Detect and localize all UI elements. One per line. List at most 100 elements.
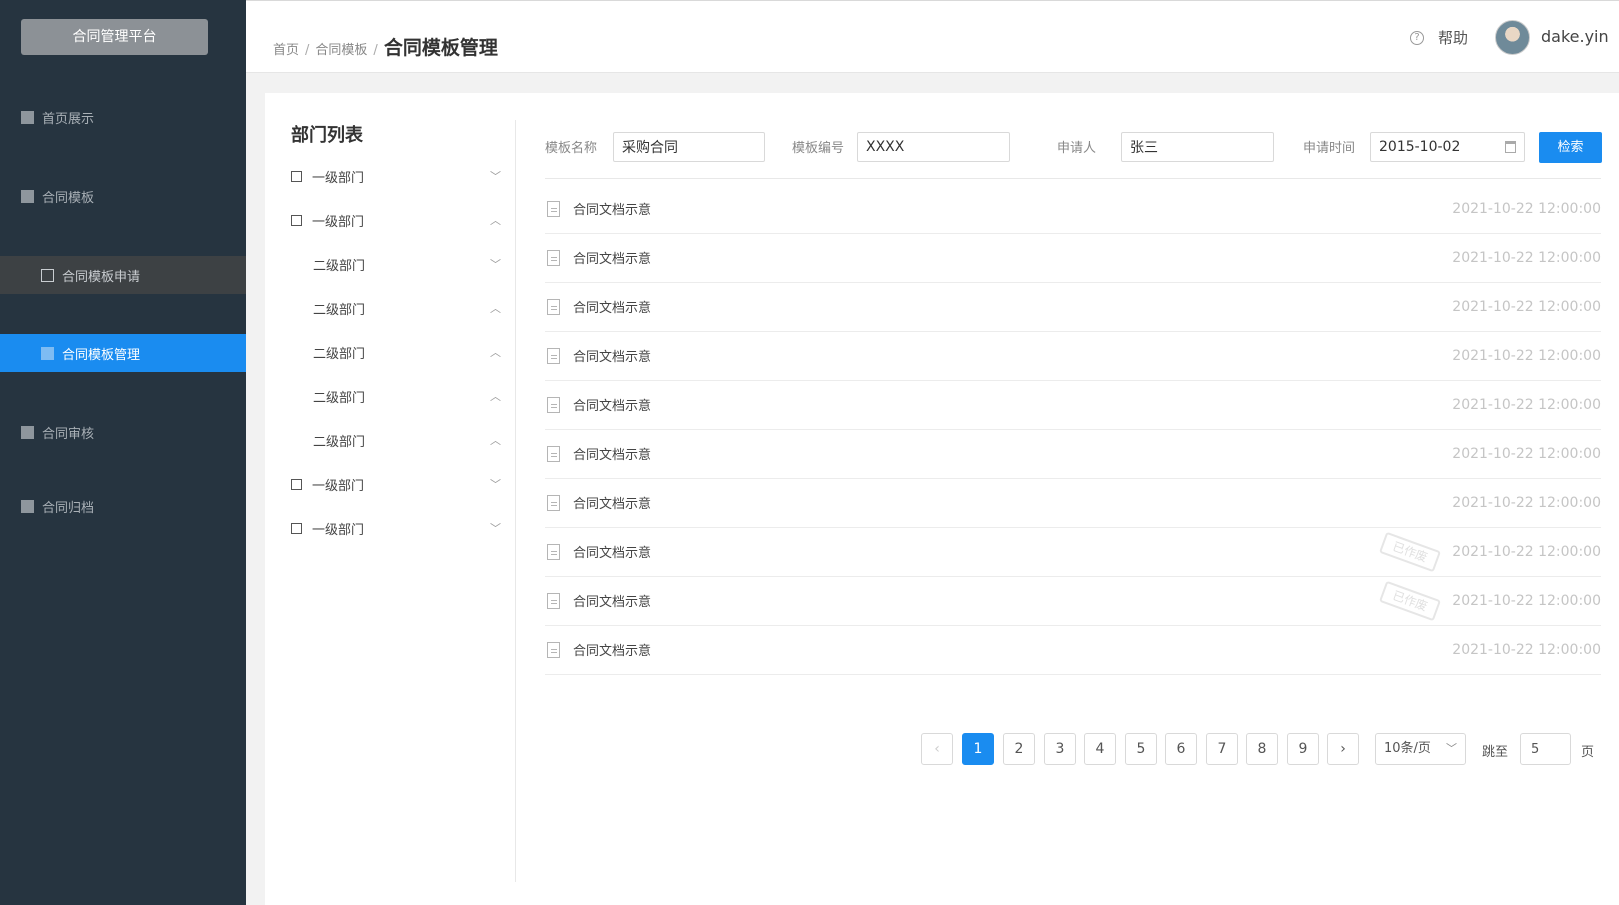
sidebar-item-contract-template[interactable]: 合同模板 xyxy=(0,177,246,215)
page-title: 合同模板管理 xyxy=(383,37,498,59)
square-icon xyxy=(21,425,34,439)
page-button-9[interactable]: 9 xyxy=(1287,733,1319,765)
department-item[interactable]: 一级部门 ︿ xyxy=(291,210,501,230)
list-item[interactable]: 合同文档示意 已作废 2021-10-22 12:00:00 xyxy=(545,576,1601,626)
list-item[interactable]: 合同文档示意 2021-10-22 12:00:00 xyxy=(545,282,1601,332)
breadcrumb: 首页 / 合同模板 / 合同模板管理 xyxy=(273,33,498,60)
breadcrumb-home[interactable]: 首页 xyxy=(273,39,299,58)
document-icon xyxy=(547,543,560,560)
sidebar-item-label: 合同模板 xyxy=(42,190,95,206)
department-item[interactable]: 一级部门 ﹀ xyxy=(291,518,501,538)
chevron-up-icon[interactable]: ︿ xyxy=(490,300,501,316)
help-label: 帮助 xyxy=(1438,29,1469,47)
page-button-3[interactable]: 3 xyxy=(1044,733,1076,765)
page-button-7[interactable]: 7 xyxy=(1206,733,1238,765)
chevron-down-icon[interactable]: ﹀ xyxy=(490,256,501,272)
sidebar-item-home[interactable]: 首页展示 xyxy=(0,98,246,136)
sidebar-item-template-manage[interactable]: 合同模板管理 xyxy=(0,334,246,372)
apply-time-label: 申请时间 xyxy=(1303,141,1356,156)
chevron-up-icon[interactable]: ︿ xyxy=(490,212,501,228)
checkbox[interactable] xyxy=(291,170,302,182)
page-button-1[interactable]: 1 xyxy=(962,733,994,765)
document-name[interactable]: 合同文档示意 xyxy=(573,248,651,267)
document-time: 2021-10-22 12:00:00 xyxy=(1452,249,1601,266)
sidebar-item-label: 合同模板管理 xyxy=(62,347,141,363)
department-item[interactable]: 一级部门 ﹀ xyxy=(291,166,501,186)
help-icon: ? xyxy=(1410,30,1424,45)
sub-department-item[interactable]: 二级部门 ︿ xyxy=(291,298,501,318)
department-label: 一级部门 xyxy=(312,478,365,494)
page-size-value: 10条/页 xyxy=(1384,741,1431,756)
document-name[interactable]: 合同文档示意 xyxy=(573,346,651,365)
sub-department-item[interactable]: 二级部门 ︿ xyxy=(291,342,501,362)
department-list-title: 部门列表 xyxy=(291,125,363,146)
content-card: 部门列表 一级部门 ﹀ 一级部门 ︿ 二级部门 ﹀ 二级部门 ︿ 二级部门 ︿ … xyxy=(265,93,1619,905)
document-name[interactable]: 合同文档示意 xyxy=(573,542,651,561)
sub-department-item[interactable]: 二级部门 ︿ xyxy=(291,430,501,450)
document-name[interactable]: 合同文档示意 xyxy=(573,591,651,610)
list-item[interactable]: 合同文档示意 2021-10-22 12:00:00 xyxy=(545,429,1601,479)
list-item[interactable]: 合同文档示意 已作废 2021-10-22 12:00:00 xyxy=(545,527,1601,577)
document-name[interactable]: 合同文档示意 xyxy=(573,444,651,463)
sidebar-item-template-apply[interactable]: 合同模板申请 xyxy=(0,256,246,294)
prev-page-button[interactable]: ‹ xyxy=(921,733,953,765)
search-button[interactable]: 检索 xyxy=(1539,132,1602,163)
checkbox[interactable] xyxy=(291,214,302,226)
department-label: 一级部门 xyxy=(312,214,365,230)
avatar[interactable] xyxy=(1495,20,1530,55)
brand-button[interactable]: 合同管理平台 xyxy=(21,19,208,55)
template-code-input[interactable] xyxy=(857,132,1010,162)
chevron-up-icon[interactable]: ︿ xyxy=(490,344,501,360)
template-name-label: 模板名称 xyxy=(545,141,598,156)
document-time: 2021-10-22 12:00:00 xyxy=(1452,445,1601,462)
page-button-8[interactable]: 8 xyxy=(1246,733,1278,765)
document-name[interactable]: 合同文档示意 xyxy=(573,297,651,316)
department-label: 二级部门 xyxy=(313,434,366,450)
list-item[interactable]: 合同文档示意 2021-10-22 12:00:00 xyxy=(545,478,1601,528)
jump-page-input[interactable] xyxy=(1520,733,1571,765)
breadcrumb-separator: / xyxy=(373,43,378,58)
sidebar: 合同管理平台 首页展示 合同模板 合同模板申请 合同模板管理 合同审核 合同归档 xyxy=(0,0,246,905)
calendar-icon[interactable] xyxy=(1505,141,1516,153)
page-button-2[interactable]: 2 xyxy=(1003,733,1035,765)
checkbox[interactable] xyxy=(291,478,302,490)
chevron-up-icon[interactable]: ︿ xyxy=(490,388,501,404)
sidebar-item-contract-review[interactable]: 合同审核 xyxy=(0,413,246,451)
sidebar-item-contract-archive[interactable]: 合同归档 xyxy=(0,487,246,525)
user-name[interactable]: dake.yin xyxy=(1541,27,1609,46)
apply-time-input[interactable] xyxy=(1370,132,1525,162)
applicant-input[interactable] xyxy=(1121,132,1274,162)
department-item[interactable]: 一级部门 ﹀ xyxy=(291,474,501,494)
page-suffix-label: 页 xyxy=(1581,745,1595,760)
sidebar-item-label: 合同审核 xyxy=(42,426,95,442)
list-item[interactable]: 合同文档示意 2021-10-22 12:00:00 xyxy=(545,184,1601,234)
chevron-up-icon[interactable]: ︿ xyxy=(490,432,501,448)
template-name-input[interactable] xyxy=(613,132,765,162)
chevron-down-icon[interactable]: ﹀ xyxy=(490,520,501,536)
page-button-5[interactable]: 5 xyxy=(1125,733,1157,765)
square-icon xyxy=(21,499,34,513)
page-size-select[interactable]: 10条/页 ﹀ xyxy=(1375,733,1466,765)
help-link[interactable]: ? 帮助 xyxy=(1410,27,1468,48)
list-item[interactable]: 合同文档示意 2021-10-22 12:00:00 xyxy=(545,331,1601,381)
document-name[interactable]: 合同文档示意 xyxy=(573,640,651,659)
sub-department-item[interactable]: 二级部门 ﹀ xyxy=(291,254,501,274)
chevron-down-icon[interactable]: ﹀ xyxy=(490,476,501,492)
top-header: 首页 / 合同模板 / 合同模板管理 ? 帮助 dake.yin xyxy=(246,0,1619,73)
list-item[interactable]: 合同文档示意 2021-10-22 12:00:00 xyxy=(545,380,1601,430)
chevron-down-icon[interactable]: ﹀ xyxy=(490,168,501,184)
list-item[interactable]: 合同文档示意 2021-10-22 12:00:00 xyxy=(545,233,1601,283)
next-page-button[interactable]: › xyxy=(1327,733,1359,765)
document-icon xyxy=(547,592,560,609)
sub-department-item[interactable]: 二级部门 ︿ xyxy=(291,386,501,406)
checkbox[interactable] xyxy=(291,522,302,534)
page-button-6[interactable]: 6 xyxy=(1165,733,1197,765)
document-name[interactable]: 合同文档示意 xyxy=(573,199,651,218)
page-button-4[interactable]: 4 xyxy=(1084,733,1116,765)
voided-stamp: 已作废 xyxy=(1378,580,1442,621)
document-name[interactable]: 合同文档示意 xyxy=(573,395,651,414)
document-name[interactable]: 合同文档示意 xyxy=(573,493,651,512)
list-item[interactable]: 合同文档示意 2021-10-22 12:00:00 xyxy=(545,625,1601,675)
breadcrumb-contract-template[interactable]: 合同模板 xyxy=(315,39,367,58)
sidebar-item-label: 首页展示 xyxy=(42,111,95,127)
